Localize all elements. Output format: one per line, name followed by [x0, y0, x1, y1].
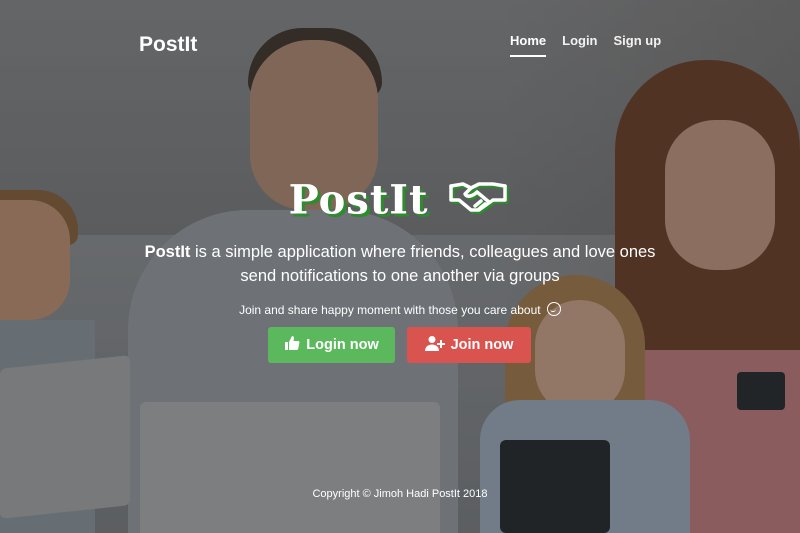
nav-login-link[interactable]: Login: [562, 33, 597, 57]
smiley-icon: [546, 302, 561, 316]
brand-logo[interactable]: PostIt: [139, 33, 197, 57]
login-now-button[interactable]: Login now: [268, 327, 395, 363]
handshake-icon: [449, 176, 511, 224]
main-nav: Home Login Sign up: [510, 33, 661, 57]
footer-copyright: Copyright © Jimoh Hadi PostIt 2018: [312, 488, 488, 500]
login-now-label: Login now: [306, 337, 379, 353]
landing-page: PostIt Home Login Sign up PostIt PostIt …: [0, 0, 800, 533]
subtext-label: Join and share happy moment with those y…: [239, 303, 541, 317]
tagline-line2: send notifications to one another via gr…: [240, 267, 560, 285]
join-now-label: Join now: [450, 337, 514, 353]
thumbs-up-icon: [284, 335, 300, 355]
hero-title-text: PostIt: [288, 176, 429, 224]
nav-signup-link[interactable]: Sign up: [614, 33, 662, 57]
tagline-brand: PostIt: [144, 243, 191, 261]
hero-tagline: PostIt is a simple application where fri…: [0, 240, 800, 288]
tagline-line1: is a simple application where friends, c…: [190, 243, 656, 261]
user-plus-icon: [424, 335, 445, 355]
hero-title: PostIt: [0, 176, 800, 224]
hero-actions: Login now Join now: [268, 327, 531, 363]
hero-subtext: Join and share happy moment with those y…: [0, 302, 800, 317]
nav-home-link[interactable]: Home: [510, 33, 547, 57]
join-now-button[interactable]: Join now: [407, 327, 531, 363]
